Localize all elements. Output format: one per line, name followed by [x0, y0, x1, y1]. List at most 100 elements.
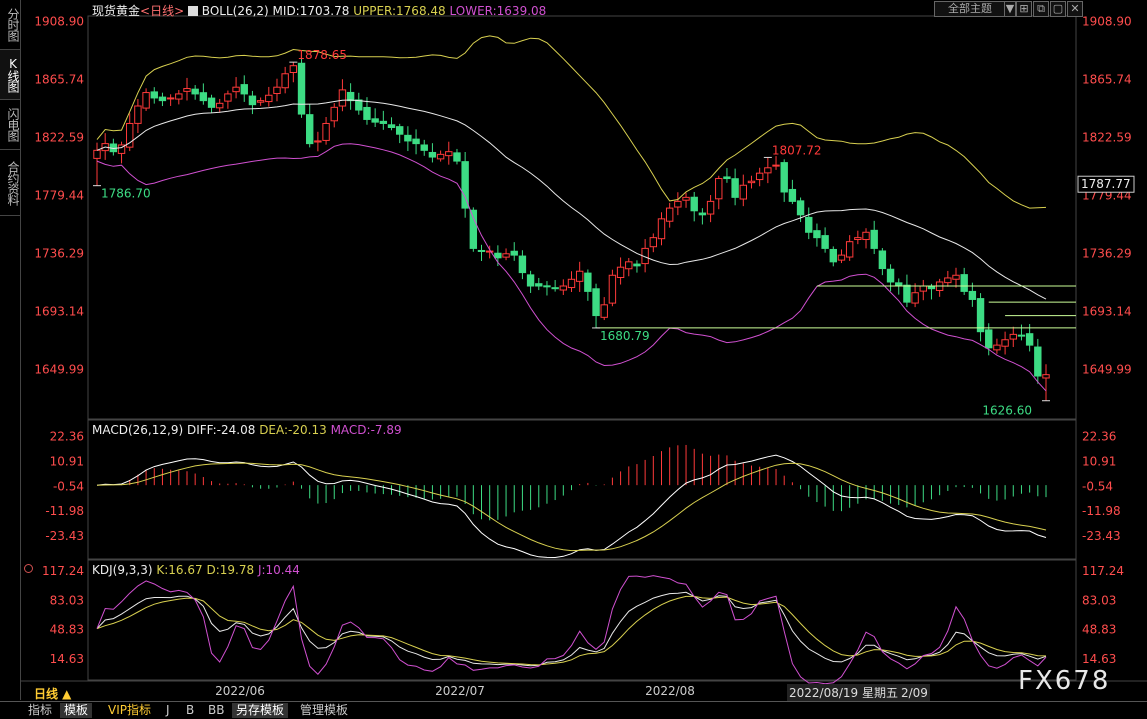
candle-body [1009, 333, 1017, 340]
candle-body [715, 178, 723, 200]
candle-body [1034, 346, 1042, 377]
price-ytick-right: 1693.14 [1082, 304, 1132, 318]
price-ytick-left: 1649.99 [34, 362, 84, 376]
candle-body [862, 231, 870, 241]
candle-body [453, 152, 461, 162]
kdj-k: K:16.67 [156, 563, 203, 577]
candle-body [829, 248, 837, 263]
candle-body [837, 254, 846, 261]
candle-body [134, 105, 142, 124]
candle-body [166, 97, 175, 100]
candle-body [494, 252, 502, 259]
settings-dot-icon[interactable] [24, 564, 33, 573]
kdj-ytick-left: 48.83 [50, 623, 84, 637]
crosshair-date: 2022/08/19 星期五 2/09 [787, 684, 930, 701]
macd-ytick-right: -0.54 [1082, 479, 1113, 493]
candle-body [363, 106, 371, 120]
candle-body [142, 92, 150, 109]
boll-upper-line [96, 35, 1047, 209]
macd-header: MACD(26,12,9) DIFF:-24.08 DEA:-20.13 MAC… [92, 423, 402, 437]
macd-ytick-right: -11.98 [1082, 504, 1121, 518]
candle-body [747, 180, 756, 184]
tab-timeshare[interactable]: 分时图 [0, 0, 20, 50]
candle-body [755, 172, 764, 181]
candle-body [273, 86, 281, 95]
tab-b[interactable]: B [182, 703, 198, 718]
tab-indicators[interactable]: 指标 [24, 703, 56, 718]
tab-templates[interactable]: 模板 [60, 703, 93, 718]
close-icon[interactable]: ✕ [1067, 1, 1083, 17]
tab-vip-indicators[interactable]: VIP指标 [104, 703, 155, 718]
tab-kline[interactable]: K线图 [0, 50, 20, 100]
theme-select[interactable]: 全部主题 [934, 1, 1006, 17]
price-ytick-left: 1908.90 [34, 15, 84, 29]
candle-body [240, 84, 248, 95]
kdj-ytick-left: 117.24 [42, 564, 84, 578]
candle-body [739, 184, 748, 200]
candle-body [567, 278, 576, 289]
candle-body [461, 161, 469, 209]
candle-body [575, 270, 584, 282]
tab-bb[interactable]: BB [204, 703, 228, 718]
kdj-ytick-right: 14.63 [1082, 652, 1116, 666]
candle-body [878, 250, 887, 270]
extreme-label: 1680.79 [600, 329, 650, 343]
candle-body [232, 86, 240, 93]
candle-body [289, 65, 298, 73]
candle-body [960, 274, 968, 292]
candle-body [870, 229, 878, 249]
candle-body [968, 290, 977, 300]
tab-manage-templates[interactable]: 管理模板 [296, 703, 352, 718]
price-ytick-left: 1693.14 [34, 304, 84, 318]
macd-dea: DEA:-20.13 [259, 423, 327, 437]
macd-ytick-left: -23.43 [45, 529, 84, 543]
candle-body [690, 196, 698, 212]
macd-value: MACD:-7.89 [330, 423, 402, 437]
tab-save-template[interactable]: 另存模板 [232, 703, 289, 718]
candle-body [191, 88, 199, 95]
candle-body [845, 241, 854, 258]
candle-body [854, 237, 862, 241]
kdj-ytick-left: 14.63 [50, 652, 84, 666]
candle-body [158, 96, 167, 102]
candle-body [485, 250, 494, 253]
tab-contract-info[interactable]: 合约资料 [0, 150, 20, 216]
boll-upper: UPPER:1768.48 [353, 4, 446, 18]
restore-icon[interactable]: ⧉ [1033, 1, 1049, 17]
maximize-icon[interactable]: ▢ [1050, 1, 1066, 17]
candle-body [322, 122, 330, 141]
candle-body [927, 286, 936, 290]
candle-body [526, 274, 535, 287]
grid-icon[interactable]: ⊞ [1016, 1, 1032, 17]
chart-canvas[interactable]: 1908.90 1908.90 1865.74 1865.74 1822.59 1822.… [0, 0, 1147, 718]
candle-body [919, 285, 927, 292]
candle-body [477, 249, 486, 252]
candle-body [993, 344, 1001, 351]
candle-body [543, 285, 551, 288]
candle-body [355, 99, 363, 111]
candle-body [764, 167, 772, 174]
price-ytick-left: 1736.29 [34, 246, 84, 260]
bottom-toolbar: 指标 模板 VIP指标 J B BB 另存模板 管理模板 [0, 701, 1147, 719]
tab-flash[interactable]: 闪电图 [0, 100, 20, 150]
candle-body [395, 126, 404, 135]
candle-body [93, 149, 101, 159]
period-selector[interactable]: 日线 ▲ [34, 685, 71, 702]
candle-body [788, 188, 797, 202]
kdj-j: J:10.44 [257, 563, 300, 577]
candle-body [445, 151, 453, 157]
tab-j[interactable]: J [162, 703, 174, 718]
theme-dropdown-icon[interactable]: ▼ [1004, 1, 1016, 17]
price-ytick-right: 1822.59 [1082, 130, 1132, 144]
macd-ytick-left: 22.36 [50, 430, 84, 444]
candle-body [796, 200, 805, 216]
candle-body [1001, 339, 1009, 347]
candle-body [216, 102, 224, 109]
candle-body [510, 250, 518, 256]
price-ytick-right: 1865.74 [1082, 72, 1132, 86]
date-tick-label: 2022/08 [645, 684, 695, 698]
panel-frame-2 [87, 419, 1077, 560]
left-sidebar: 分时图 K线图 闪电图 合约资料 [0, 0, 21, 700]
candle-body [535, 283, 543, 287]
date-tick-label: 2022/06 [215, 684, 265, 698]
